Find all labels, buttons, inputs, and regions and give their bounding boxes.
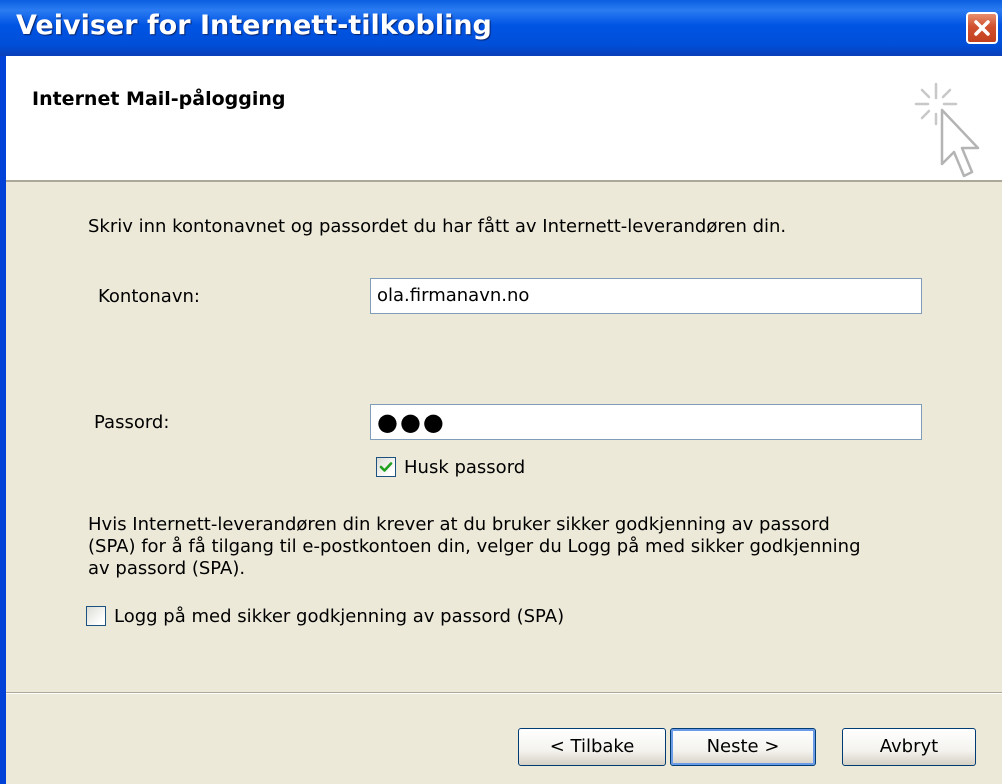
wizard-window: Veiviser for Internett-tilkobling Intern… bbox=[0, 0, 1002, 784]
spa-info-line: av passord (SPA). bbox=[88, 558, 246, 579]
next-button[interactable]: Neste > bbox=[670, 728, 816, 766]
close-icon bbox=[974, 20, 990, 36]
checkmark-icon bbox=[379, 462, 393, 472]
title-bar[interactable]: Veiviser for Internett-tilkobling bbox=[0, 0, 1002, 56]
window-title: Veiviser for Internett-tilkobling bbox=[16, 10, 492, 41]
spa-checkbox-label[interactable]: Logg på med sikker godkjenning av passor… bbox=[114, 606, 564, 627]
wizard-content: Skriv inn kontonavnet og passordet du ha… bbox=[6, 182, 1002, 692]
password-label: Passord: bbox=[94, 412, 170, 433]
spa-info-line: (SPA) for å få tilgang til e-postkontoen… bbox=[88, 536, 861, 557]
back-button[interactable]: < Tilbake bbox=[518, 728, 666, 766]
spa-info-text: Hvis Internett-leverandøren din krever a… bbox=[88, 514, 908, 580]
password-input[interactable]: ●●● bbox=[370, 404, 922, 440]
page-title: Internet Mail-pålogging bbox=[32, 88, 286, 110]
instruction-text: Skriv inn kontonavnet og passordet du ha… bbox=[88, 216, 787, 237]
account-name-input[interactable]: ola.firmanavn.no bbox=[370, 278, 922, 314]
spa-info-line: Hvis Internett-leverandøren din krever a… bbox=[88, 514, 830, 535]
remember-password-checkbox[interactable] bbox=[376, 457, 396, 477]
remember-password-label[interactable]: Husk passord bbox=[404, 457, 525, 478]
wizard-cursor-sparkle-icon bbox=[914, 82, 980, 178]
cancel-button[interactable]: Avbryt bbox=[842, 728, 976, 766]
close-button[interactable] bbox=[966, 12, 998, 44]
spa-checkbox[interactable] bbox=[86, 606, 106, 626]
button-separator bbox=[6, 692, 1002, 694]
wizard-header: Internet Mail-pålogging bbox=[6, 56, 1002, 182]
account-label: Kontonavn: bbox=[98, 286, 200, 307]
